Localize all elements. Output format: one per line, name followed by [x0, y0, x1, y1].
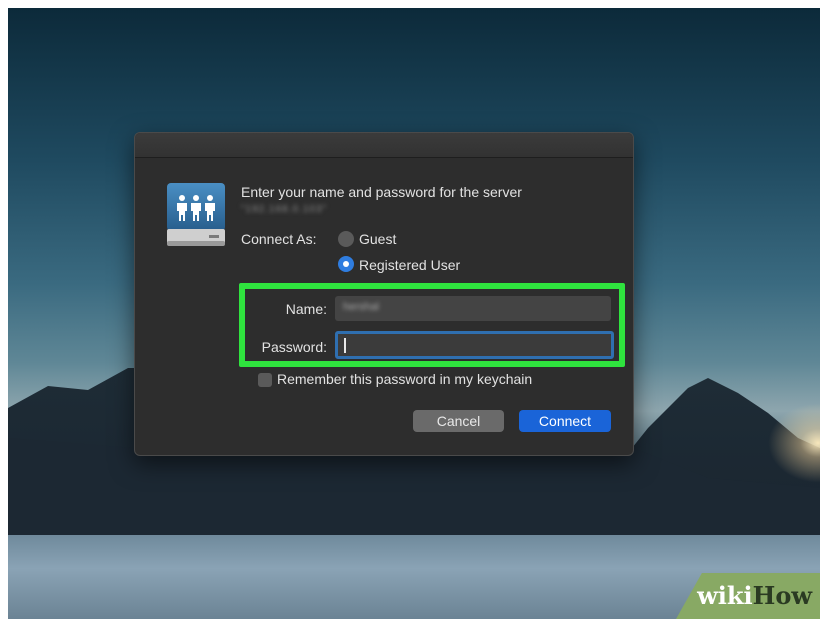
guest-label[interactable]: Guest [359, 231, 396, 247]
desktop-background: Enter your name and password for the ser… [8, 8, 820, 619]
server-users-icon [167, 183, 225, 246]
wikihow-wiki: wiki [697, 581, 753, 610]
cancel-button[interactable]: Cancel [413, 410, 504, 432]
server-address: "192.168.0.103" [241, 204, 328, 215]
connect-as-label: Connect As: [241, 231, 317, 247]
remember-checkbox[interactable] [258, 373, 272, 387]
guest-radio[interactable] [338, 231, 354, 247]
radio-selected-dot [343, 261, 349, 267]
dialog-prompt: Enter your name and password for the ser… [241, 184, 522, 200]
connect-button[interactable]: Connect [519, 410, 611, 432]
registered-user-label[interactable]: Registered User [359, 257, 460, 273]
wikihow-how: How [752, 581, 812, 610]
highlight-box [239, 283, 625, 367]
sunlight-glow [768, 403, 820, 483]
dialog-titlebar[interactable] [135, 133, 633, 158]
registered-user-radio[interactable] [338, 256, 354, 272]
wikihow-logo-text: wikiHow [697, 581, 812, 610]
connect-to-server-dialog: Enter your name and password for the ser… [134, 132, 634, 456]
remember-label[interactable]: Remember this password in my keychain [277, 371, 532, 387]
